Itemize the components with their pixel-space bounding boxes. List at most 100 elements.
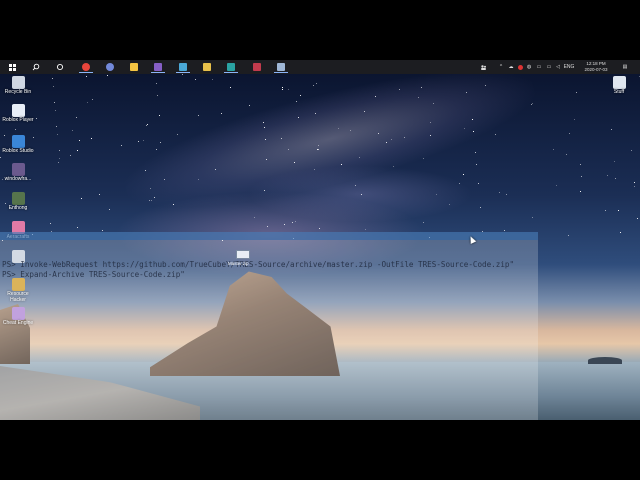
star	[181, 74, 183, 75]
powershell-window[interactable]: PS> Invoke-WebRequest https://github.com…	[0, 232, 538, 420]
star	[211, 78, 213, 80]
star	[494, 133, 496, 135]
star	[436, 194, 438, 196]
star	[374, 96, 376, 98]
star	[59, 158, 61, 160]
star	[619, 231, 621, 233]
star	[463, 174, 465, 175]
star	[76, 117, 78, 119]
people-icon[interactable]	[478, 60, 488, 74]
clock[interactable]: 12:18 PM 2020-07-03	[578, 61, 614, 73]
star	[288, 148, 290, 150]
star	[142, 140, 144, 142]
taskbar-powershell[interactable]	[272, 61, 290, 73]
star	[403, 137, 405, 138]
cortana-button[interactable]	[51, 61, 69, 73]
language-indicator[interactable]: ENG	[562, 60, 576, 74]
star	[77, 149, 79, 151]
taskbar-visual-studio[interactable]	[149, 61, 167, 73]
search-icon	[32, 63, 40, 71]
taskbar-store[interactable]	[198, 61, 216, 73]
star	[364, 229, 366, 231]
desktop-icon-roblox-player[interactable]: Roblox Player	[1, 104, 35, 124]
taskbar-discord[interactable]	[101, 61, 119, 73]
zip-file-icon[interactable]	[236, 250, 250, 259]
desktop-icon-windowfra[interactable]: windowfra...	[1, 163, 35, 183]
taskbar: ^ ☁ ◍ ▭ ▭ ◁ ENG 12:18 PM 2020-07-03 ▤	[0, 60, 640, 74]
star	[385, 142, 387, 144]
star	[337, 127, 339, 129]
star	[355, 184, 357, 186]
star	[108, 209, 110, 211]
network-icon[interactable]: ◍	[525, 60, 533, 74]
star	[281, 138, 283, 140]
star	[312, 84, 314, 86]
star	[155, 82, 157, 84]
star	[58, 150, 60, 152]
taskbar-media[interactable]	[222, 61, 240, 73]
notifications-icon[interactable]: ▤	[620, 60, 630, 74]
star	[531, 217, 533, 219]
desktop-icon-recycle-bin[interactable]: Recycle Bin	[1, 76, 35, 96]
star	[573, 118, 575, 120]
star	[284, 224, 286, 225]
cloud-icon[interactable]: ☁	[507, 60, 515, 74]
star	[160, 142, 162, 144]
taskbar-game[interactable]	[248, 61, 266, 73]
discord-icon	[106, 63, 114, 71]
star	[611, 129, 613, 131]
star	[266, 226, 268, 227]
star	[313, 169, 315, 171]
star	[471, 119, 473, 121]
star	[475, 163, 477, 165]
star	[458, 182, 460, 184]
chevron-up-icon[interactable]: ^	[497, 60, 505, 74]
star	[121, 145, 123, 147]
star	[106, 74, 108, 76]
star	[448, 204, 450, 206]
antivirus-icon[interactable]	[516, 60, 524, 74]
star	[248, 105, 250, 107]
star	[292, 222, 293, 224]
star	[340, 163, 342, 165]
star	[465, 91, 467, 93]
star	[81, 197, 83, 199]
star	[69, 155, 71, 157]
taskbar-chrome[interactable]	[77, 61, 95, 73]
star	[568, 132, 570, 134]
star	[318, 149, 320, 151]
star	[79, 140, 81, 142]
star	[556, 185, 557, 187]
desktop-icon-enthong[interactable]: Enthong	[1, 192, 35, 212]
star	[147, 124, 149, 126]
star	[87, 101, 89, 103]
star	[503, 229, 505, 231]
star	[266, 158, 268, 160]
star	[505, 194, 507, 196]
start-button[interactable]	[3, 61, 21, 73]
star	[282, 89, 284, 91]
star	[531, 104, 533, 106]
volume-icon[interactable]: ◁	[554, 60, 562, 74]
battery-icon[interactable]: ▭	[545, 60, 553, 74]
star	[146, 125, 148, 127]
taskbar-vs-code[interactable]	[174, 61, 192, 73]
store-icon	[203, 63, 211, 71]
star	[567, 235, 569, 237]
windows-logo-icon	[8, 63, 16, 71]
vscode-icon	[179, 63, 187, 71]
star	[151, 200, 153, 202]
desktop-icon-roblox-studio[interactable]: Roblox Studio	[1, 135, 35, 155]
star	[420, 87, 422, 89]
display-icon[interactable]: ▭	[535, 60, 543, 74]
star	[57, 162, 59, 164]
desktop-icon-label: windowfra...	[4, 176, 32, 182]
taskbar-file-explorer[interactable]	[125, 61, 143, 73]
search-button[interactable]	[27, 61, 45, 73]
star	[294, 161, 296, 163]
star	[422, 157, 424, 159]
star	[294, 221, 296, 223]
star	[163, 178, 165, 180]
recycle-bin-icon	[11, 76, 25, 89]
desktop-icon-stuff[interactable]: Stuff	[602, 76, 636, 96]
